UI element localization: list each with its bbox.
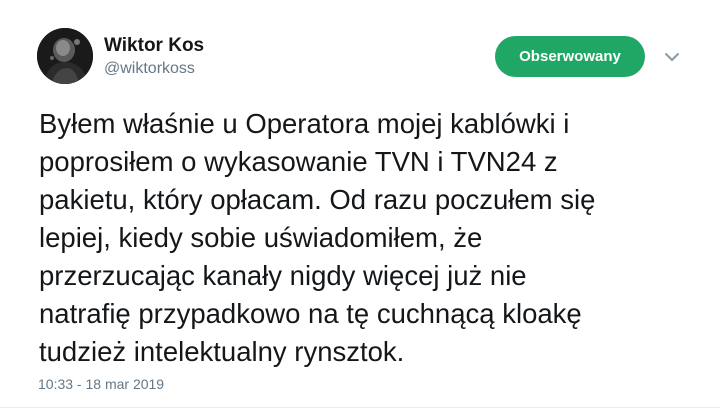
tweet-text-line: przerzucając kanały nigdy więcej już nie <box>39 260 527 291</box>
tweet-text-line: poprosiłem o wykasowanie TVN i TVN24 z <box>39 146 558 177</box>
chevron-down-icon[interactable] <box>663 48 681 66</box>
following-button[interactable]: Obserwowany <box>495 36 645 77</box>
user-handle[interactable]: @wiktorkoss <box>104 60 195 78</box>
tweet-text-line: natrafię przypadkowo na tę cuchnącą kloa… <box>39 298 582 329</box>
avatar-image <box>37 28 93 84</box>
tweet-text-line: Byłem właśnie u Operatora mojej kablówki… <box>39 108 570 139</box>
tweet-text: Byłem właśnie u Operatora mojej kablówki… <box>39 105 699 371</box>
tweet-text-line: tudzież intelektualny rynsztok. <box>39 336 405 367</box>
avatar[interactable] <box>37 28 93 84</box>
display-name[interactable]: Wiktor Kos <box>104 35 204 57</box>
tweet-text-line: lepiej, kiedy sobie uświadomiłem, że <box>39 222 483 253</box>
tweet-card: Wiktor Kos @wiktorkoss Obserwowany Byłem… <box>0 0 720 417</box>
tweet-text-line: pakietu, który opłacam. Od razu poczułem… <box>39 184 596 215</box>
tweet-timestamp[interactable]: 10:33 - 18 mar 2019 <box>38 376 164 392</box>
divider <box>0 407 720 408</box>
